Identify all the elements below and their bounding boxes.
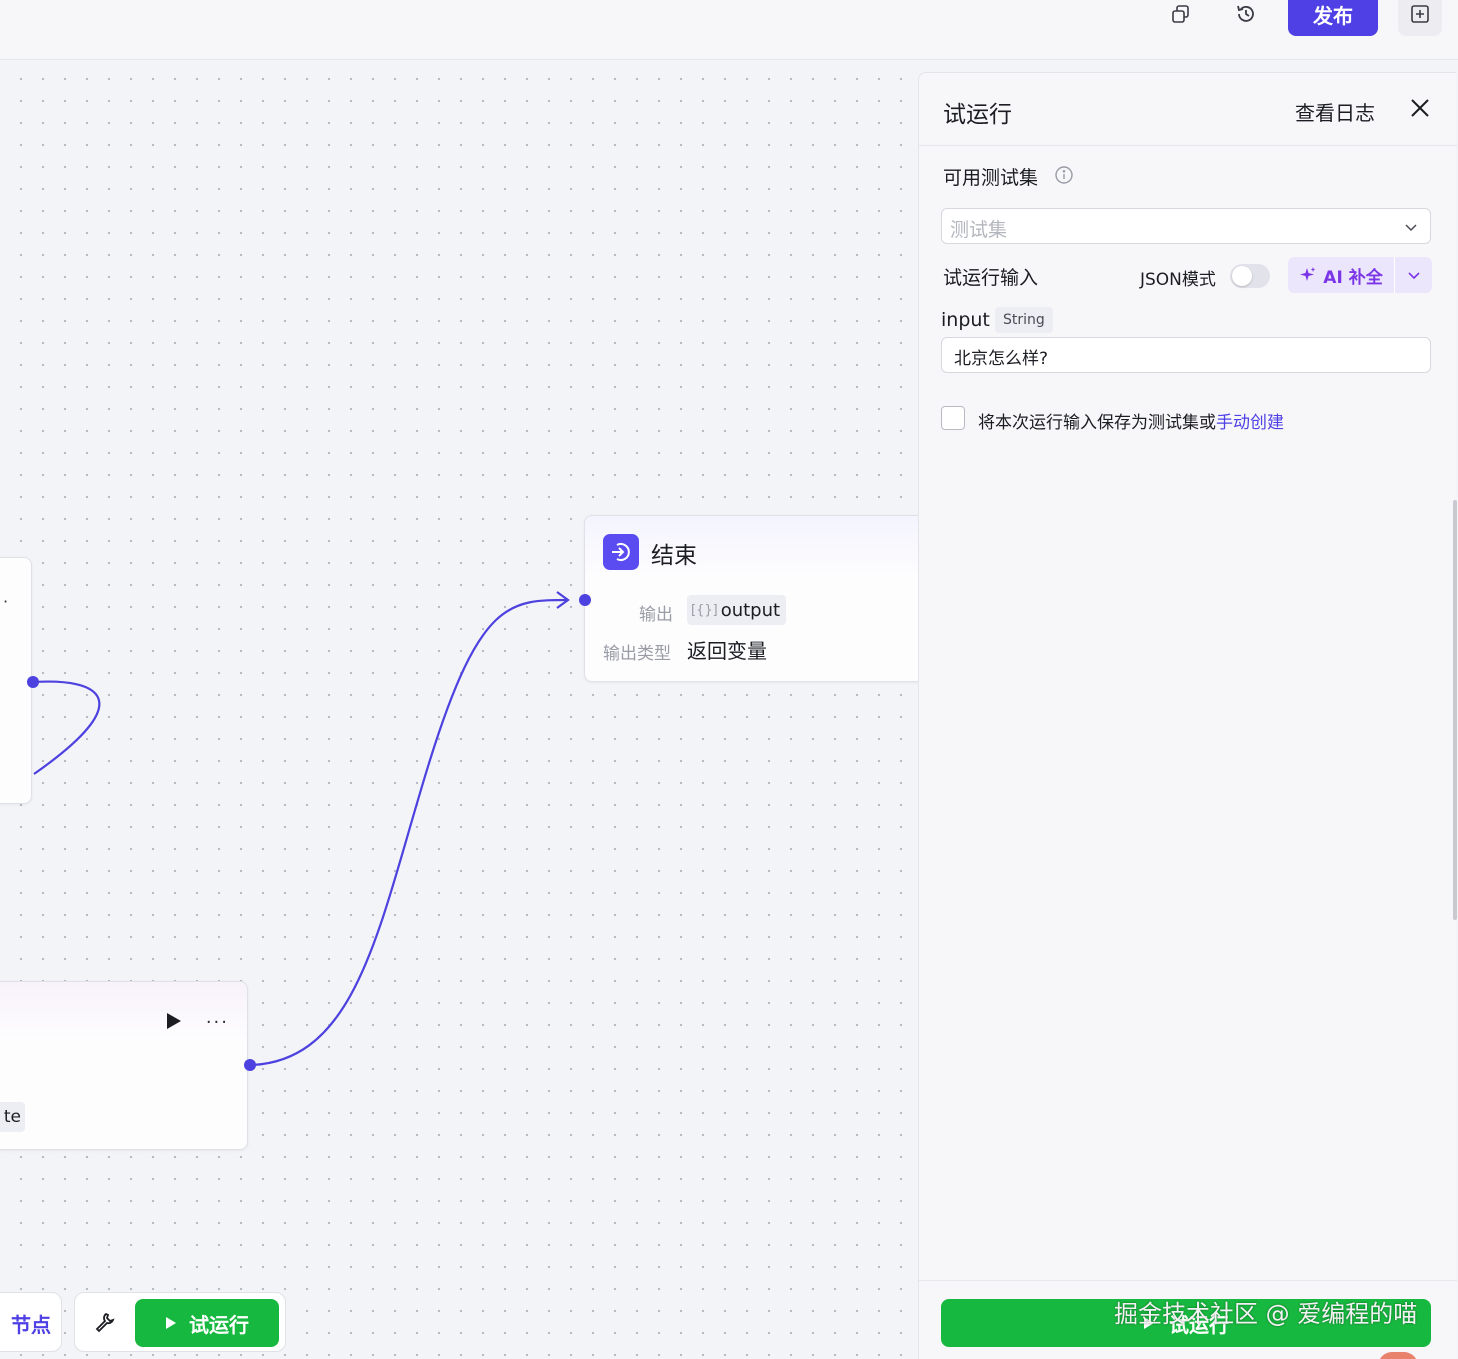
play-icon <box>166 1317 176 1329</box>
edge-loop <box>33 680 101 775</box>
ai-fill-label: AI 补全 <box>1323 267 1383 288</box>
toggle-knob <box>1232 266 1252 286</box>
add-window-icon[interactable] <box>1398 0 1442 36</box>
end-node-icon <box>603 534 639 570</box>
edge-to-end <box>251 598 569 1067</box>
node-menu-dot: · <box>3 592 9 611</box>
panel-scrollbar[interactable] <box>1453 500 1457 920</box>
left-node-bottom[interactable]: ··· te <box>0 981 248 1150</box>
info-icon[interactable] <box>1054 165 1074 189</box>
wrench-icon[interactable] <box>93 1311 115 1337</box>
output-variable-name: output <box>720 599 781 621</box>
sparkle-icon <box>1300 267 1316 281</box>
output-port[interactable] <box>27 676 39 688</box>
chevron-down-icon <box>1404 219 1418 238</box>
canvas-run-label: 试运行 <box>189 1312 249 1337</box>
run-input-label: 试运行输入 <box>943 267 1039 289</box>
ai-fill-button[interactable]: AI 补全 <box>1288 257 1394 293</box>
output-type-value: 返回变量 <box>687 639 767 663</box>
play-icon[interactable] <box>166 1012 182 1034</box>
edges-layer <box>33 591 570 1067</box>
save-testset-checkbox[interactable] <box>941 406 965 430</box>
history-icon[interactable] <box>1228 0 1264 32</box>
test-run-panel: 试运行 查看日志 可用测试集 测试集 试运行输入 JSON模式 AI 补全 in… <box>918 72 1457 1359</box>
panel-title: 试运行 <box>943 102 1012 128</box>
publish-button[interactable]: 发布 <box>1288 0 1378 36</box>
ai-fill-dropdown[interactable] <box>1395 257 1432 293</box>
param-type-badge: String <box>995 307 1053 333</box>
run-toolbar: 试运行 <box>74 1292 286 1352</box>
view-log-button[interactable]: 查看日志 <box>1295 97 1375 126</box>
param-input-field[interactable]: 北京怎么样? <box>941 337 1431 373</box>
testset-label: 可用测试集 <box>943 167 1039 189</box>
canvas-run-button[interactable]: 试运行 <box>135 1299 279 1347</box>
save-testset-label: 将本次运行输入保存为测试集或 <box>978 413 1216 433</box>
variable-chip: te <box>0 1102 25 1132</box>
watermark: 掘金技术社区 @ 爱编程的喵 <box>1114 1300 1418 1328</box>
close-icon[interactable] <box>1409 97 1431 123</box>
json-mode-toggle[interactable] <box>1230 264 1270 288</box>
param-name: input <box>941 309 990 331</box>
workflow-canvas[interactable]: · ··· te 结束 输出 [{}] output 输出类型 返回变量 <box>0 60 918 1359</box>
copy-icon[interactable] <box>1163 0 1199 32</box>
end-node-title: 结束 <box>651 543 697 569</box>
panel-header: 试运行 查看日志 <box>919 73 1457 146</box>
ai-fill-button-group: AI 补全 <box>1288 257 1432 293</box>
manual-create-link[interactable]: 手动创建 <box>1216 413 1284 433</box>
testset-select[interactable]: 测试集 <box>941 208 1431 244</box>
add-node-label: 节点 <box>11 1313 51 1337</box>
json-mode-label: JSON模式 <box>1140 270 1216 290</box>
output-type-label: 输出类型 <box>603 644 671 664</box>
output-variable-chip: [{}] output <box>687 595 787 625</box>
save-testset-text: 将本次运行输入保存为测试集或手动创建 <box>978 408 1284 433</box>
output-label: 输出 <box>639 605 673 625</box>
more-icon[interactable]: ··· <box>206 1012 229 1033</box>
output-port[interactable] <box>244 1059 256 1071</box>
end-node[interactable]: 结束 输出 [{}] output 输出类型 返回变量 <box>584 515 918 682</box>
add-node-toolbar[interactable]: 节点 <box>0 1292 62 1352</box>
brace-icon: [{}] <box>691 602 718 618</box>
top-toolbar: 发布 <box>0 0 1458 60</box>
input-port[interactable] <box>579 594 591 606</box>
chevron-down-icon <box>1407 272 1420 280</box>
testset-placeholder: 测试集 <box>950 219 1008 241</box>
